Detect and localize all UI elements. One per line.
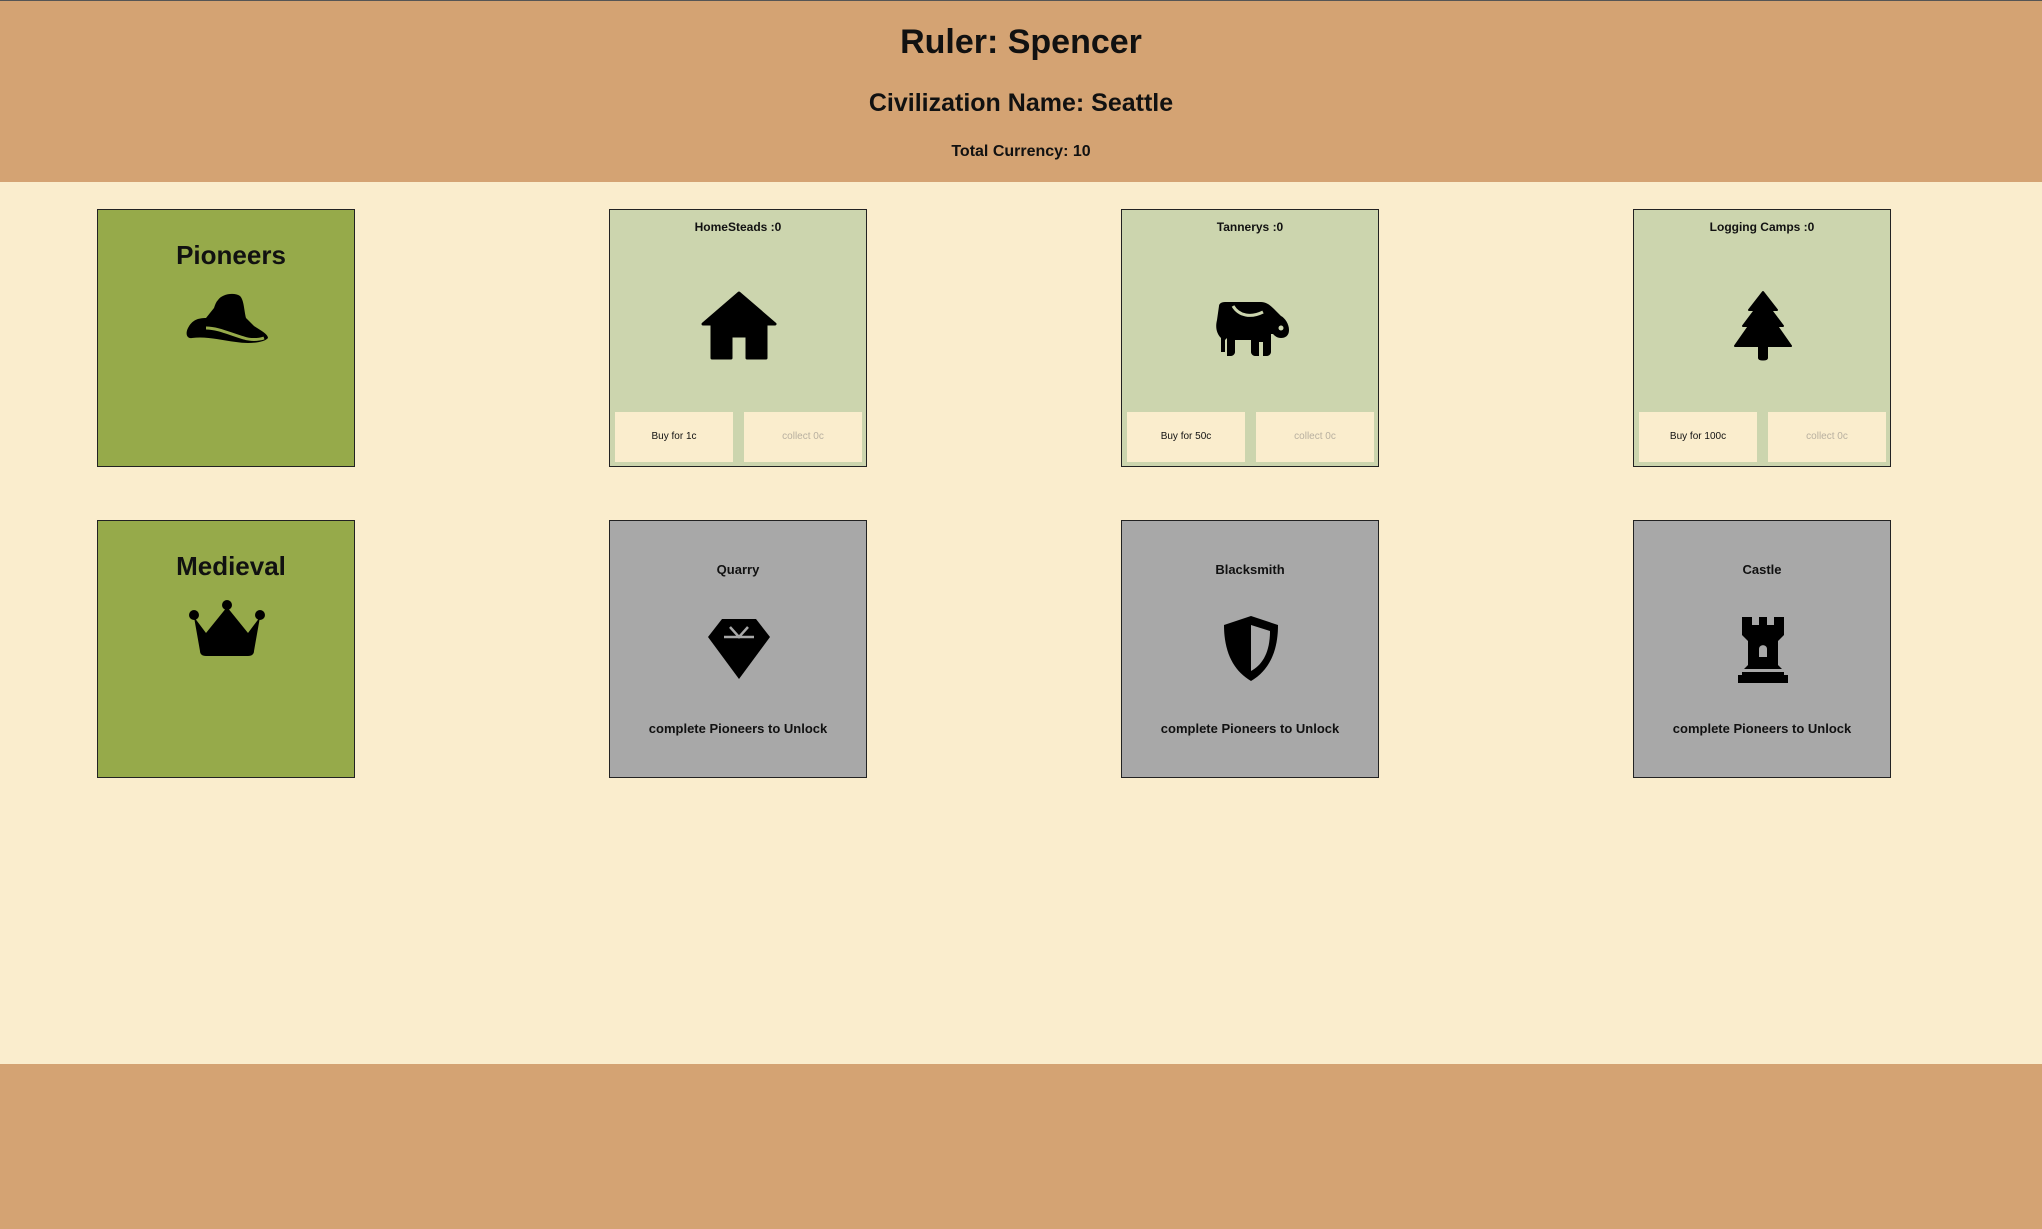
locked-card-quarry: Quarry complete Pioneers to Unlock [609,520,867,778]
cowboy-hat-icon [186,293,268,343]
era-card-pioneers: Pioneers [97,209,355,467]
building-title: Logging Camps :0 [1709,220,1815,234]
castle-tower-icon [1738,617,1788,683]
crown-icon [189,600,265,656]
cow-icon [1216,302,1289,356]
tree-icon [1734,291,1792,361]
unlock-message: complete Pioneers to Unlock [1672,721,1852,736]
locked-title: Blacksmith [1215,562,1285,577]
shield-icon [1224,616,1278,681]
era-title: Medieval [176,551,286,581]
collect-homestead-button[interactable]: collect 0c [744,412,862,462]
building-card-homesteads: HomeSteads :0 Buy for 1c collect 0c [609,209,867,467]
building-title: HomeSteads :0 [694,220,782,234]
buy-logging-camp-button[interactable]: Buy for 100c [1639,412,1757,462]
total-currency: Total Currency: 10 [951,143,1091,160]
header: Ruler: Spencer Civilization Name: Seattl… [0,0,2042,182]
unlock-message: complete Pioneers to Unlock [1160,721,1340,736]
era-title: Pioneers [176,240,286,270]
buy-tannery-button[interactable]: Buy for 50c [1127,412,1245,462]
building-card-tannerys: Tannerys :0 Buy for 50c collect 0c [1121,209,1379,467]
house-icon [701,291,777,360]
building-card-logging-camps: Logging Camps :0 Buy for 100c collect 0c [1633,209,1891,467]
civilization-name: Civilization Name: Seattle [868,89,1174,117]
collect-logging-camp-button[interactable]: collect 0c [1768,412,1886,462]
era-card-medieval: Medieval [97,520,355,778]
unlock-message: complete Pioneers to Unlock [648,721,828,736]
buy-homestead-button[interactable]: Buy for 1c [615,412,733,462]
locked-title: Quarry [716,562,760,577]
collect-tannery-button[interactable]: collect 0c [1256,412,1374,462]
footer [0,1064,2042,1229]
ruler-name: Ruler: Spencer [900,23,1142,61]
locked-card-castle: Castle complete Pioneers to Unlock [1633,520,1891,778]
locked-title: Castle [1742,562,1782,577]
building-title: Tannerys :0 [1216,220,1284,234]
locked-card-blacksmith: Blacksmith complete Pioneers to Unlock [1121,520,1379,778]
gem-icon [708,619,770,679]
